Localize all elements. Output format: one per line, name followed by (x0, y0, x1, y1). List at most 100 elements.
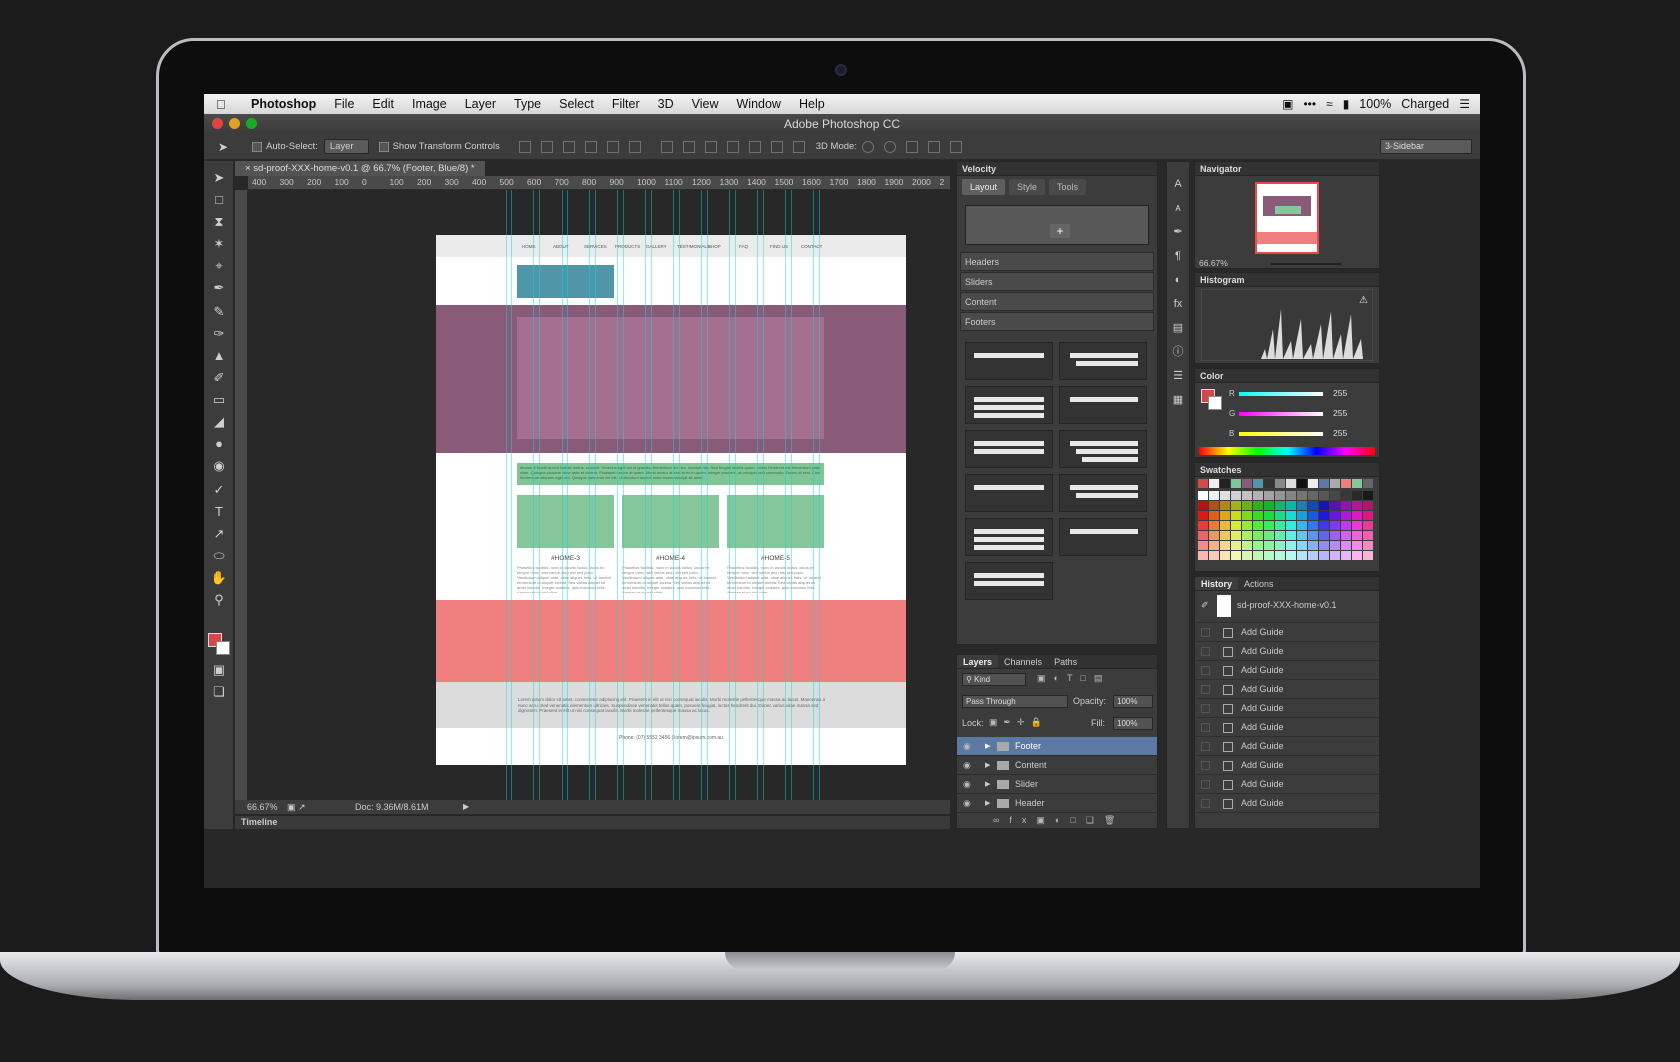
layer-row-footer[interactable]: ◉ ▶ Footer (957, 737, 1157, 756)
color-swatch[interactable] (1308, 521, 1318, 530)
color-swatch[interactable] (1352, 551, 1362, 560)
distribute-right-icon[interactable] (770, 140, 783, 153)
color-swatch[interactable] (1275, 479, 1285, 488)
color-swatch[interactable] (1231, 491, 1241, 500)
history-checkbox[interactable] (1201, 761, 1210, 770)
color-swatch[interactable] (1319, 511, 1329, 520)
minimize-button[interactable] (229, 118, 240, 129)
adjustments-icon[interactable]: ◐ (1167, 268, 1189, 292)
color-swatch[interactable] (1242, 501, 1252, 510)
properties-icon[interactable]: ▤ (1167, 316, 1189, 340)
ellipse-tool-icon[interactable]: ⬭ (209, 547, 229, 565)
color-swatch[interactable] (1253, 541, 1263, 550)
color-swatch[interactable] (1209, 541, 1219, 550)
color-swatch[interactable] (1253, 521, 1263, 530)
layout-thumbnail[interactable] (965, 430, 1053, 468)
brush-presets-icon[interactable]: ✒ (1167, 220, 1189, 244)
color-swatch[interactable] (1330, 511, 1340, 520)
color-swatch[interactable] (1297, 521, 1307, 530)
color-swatch[interactable] (1319, 521, 1329, 530)
category-content[interactable]: Content (960, 292, 1154, 311)
path-selection-icon[interactable]: ↗ (209, 525, 229, 543)
background-color-swatch[interactable] (216, 641, 230, 655)
show-transform-checkbox[interactable] (378, 141, 389, 152)
history-snapshot[interactable]: ✐ sd-proof-XXX-home-v0.1 (1195, 591, 1379, 623)
horizontal-ruler[interactable]: 400 300 200 100 0 100 200 300 400 500 600 700 800 900… (248, 176, 950, 190)
guide-line[interactable] (651, 190, 652, 800)
guide-line[interactable] (562, 190, 563, 800)
menu-view[interactable]: View (692, 97, 719, 111)
tab-style[interactable]: Style (1009, 179, 1046, 195)
color-swatch[interactable] (1319, 541, 1329, 550)
color-swatch[interactable] (1308, 501, 1318, 510)
color-swatch[interactable] (1198, 501, 1208, 510)
align-right-icon[interactable] (628, 140, 641, 153)
category-footers[interactable]: Footers (960, 312, 1154, 331)
color-swatch[interactable] (1330, 531, 1340, 540)
guide-line[interactable] (595, 190, 596, 800)
history-step[interactable]: Add Guide (1195, 680, 1379, 699)
history-step[interactable]: Add Guide (1195, 699, 1379, 718)
expand-arrow-icon[interactable]: ▶ (985, 737, 990, 756)
color-swatch[interactable] (1220, 479, 1230, 488)
quick-mask-icon[interactable]: ▣ (209, 661, 229, 679)
menu-select[interactable]: Select (559, 97, 594, 111)
color-swatch[interactable] (1319, 551, 1329, 560)
color-swatch[interactable] (1209, 551, 1219, 560)
lasso-tool-icon[interactable]: ⧗ (209, 213, 229, 231)
color-spectrum[interactable] (1199, 447, 1375, 455)
fx-icon[interactable]: fx (1167, 292, 1189, 316)
guide-line[interactable] (757, 190, 758, 800)
color-swatch[interactable] (1308, 479, 1318, 488)
color-swatch[interactable] (1220, 511, 1230, 520)
color-swatch[interactable] (1363, 531, 1373, 540)
guide-line[interactable] (511, 190, 512, 800)
color-swatch[interactable] (1242, 551, 1252, 560)
workspace-dropdown[interactable]: 3-Sidebar (1380, 139, 1472, 154)
category-sliders[interactable]: Sliders (960, 272, 1154, 291)
guide-line[interactable] (819, 190, 820, 800)
auto-select-checkbox[interactable] (252, 141, 263, 152)
guide-line[interactable] (679, 190, 680, 800)
status-icons[interactable]: ▣ ↗ (287, 800, 306, 814)
color-swatch[interactable] (1198, 491, 1208, 500)
tab-history[interactable]: History (1195, 577, 1239, 590)
layout-thumbnail[interactable] (1059, 474, 1147, 512)
color-swatch[interactable] (1297, 541, 1307, 550)
color-swatch[interactable] (1209, 521, 1219, 530)
layout-thumbnail[interactable] (1059, 518, 1147, 556)
align-bottom-icon[interactable] (562, 140, 575, 153)
layout-thumbnail[interactable] (965, 342, 1053, 380)
zoom-tool-icon[interactable]: ⚲ (209, 591, 229, 609)
color-swatch[interactable] (1352, 511, 1362, 520)
color-swatch[interactable] (1264, 511, 1274, 520)
color-swatch[interactable] (1352, 479, 1362, 488)
guide-line[interactable] (506, 190, 507, 800)
guide-line[interactable] (791, 190, 792, 800)
color-swatch[interactable] (1297, 491, 1307, 500)
menu-3d[interactable]: 3D (658, 97, 674, 111)
align-vcenter-icon[interactable] (540, 140, 553, 153)
color-swatch[interactable] (1308, 541, 1318, 550)
history-step[interactable]: Add Guide (1195, 718, 1379, 737)
layout-thumbnail[interactable] (1059, 430, 1147, 468)
color-swatch[interactable] (1231, 541, 1241, 550)
guide-line[interactable] (623, 190, 624, 800)
color-swatch[interactable] (1253, 511, 1263, 520)
layout-thumbnail[interactable] (965, 386, 1053, 424)
info-icon[interactable]: ⓘ (1167, 340, 1189, 364)
close-button[interactable] (212, 118, 223, 129)
guide-line[interactable] (567, 190, 568, 800)
color-swatch[interactable] (1319, 501, 1329, 510)
color-swatch[interactable] (1264, 501, 1274, 510)
vertical-ruler[interactable] (235, 190, 248, 800)
color-swatch[interactable] (1341, 521, 1351, 530)
navigator-zoom[interactable]: 66.67% (1199, 258, 1228, 268)
layout-thumbnail[interactable] (965, 474, 1053, 512)
color-swatch[interactable] (1231, 511, 1241, 520)
color-swatch[interactable] (1319, 531, 1329, 540)
color-swatch[interactable] (1363, 541, 1373, 550)
color-swatch[interactable] (1286, 541, 1296, 550)
color-swatch[interactable] (1341, 541, 1351, 550)
guide-line[interactable] (813, 190, 814, 800)
